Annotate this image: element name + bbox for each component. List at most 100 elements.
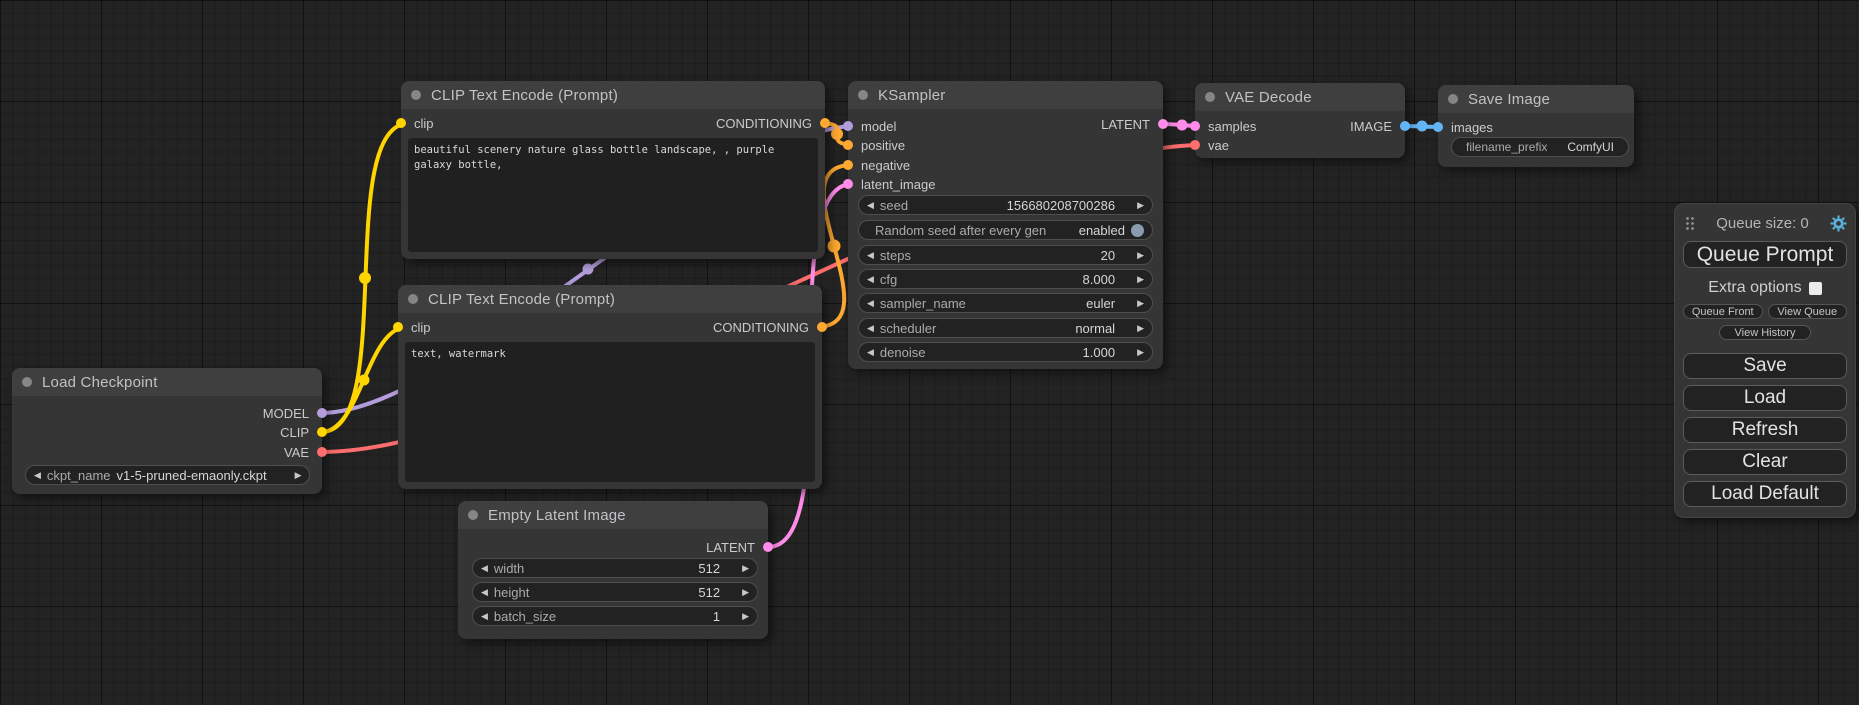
latent-port-icon[interactable]: [763, 542, 773, 552]
latent-port-icon[interactable]: [1158, 119, 1168, 129]
save-button[interactable]: Save: [1683, 353, 1847, 379]
latent-port-icon[interactable]: [843, 179, 853, 189]
steps-widget[interactable]: ◀ steps 20 ▶: [858, 245, 1153, 265]
view-history-button[interactable]: View History: [1719, 325, 1811, 340]
scheduler-widget[interactable]: ◀ scheduler normal ▶: [858, 318, 1153, 338]
refresh-button[interactable]: Refresh: [1683, 417, 1847, 443]
image-port-icon[interactable]: [1433, 122, 1443, 132]
node-titlebar[interactable]: CLIP Text Encode (Prompt): [398, 285, 822, 313]
filename-prefix-widget[interactable]: filename_prefix ComfyUI: [1451, 137, 1629, 157]
output-vae: VAE: [284, 443, 327, 461]
node-titlebar[interactable]: Load Checkpoint: [12, 368, 322, 396]
height-widget[interactable]: ◀ height 512 ▶: [472, 582, 758, 602]
queue-size-label: Queue size: 0: [1695, 215, 1830, 232]
decrement-arrow-icon[interactable]: ◀: [867, 348, 874, 357]
settings-gear-icon[interactable]: [1830, 215, 1847, 232]
seed-widget[interactable]: ◀ seed 156680208700286 ▶: [858, 195, 1153, 215]
increment-arrow-icon[interactable]: ▶: [742, 612, 749, 621]
decrement-arrow-icon[interactable]: ◀: [867, 201, 874, 210]
ckpt-name-widget[interactable]: ◀ ckpt_name v1-5-pruned-emaonly.ckpt ▶: [25, 465, 310, 485]
increment-arrow-icon[interactable]: ▶: [295, 471, 302, 480]
node-ksampler[interactable]: KSampler model positive negative latent_…: [848, 81, 1163, 369]
view-queue-button[interactable]: View Queue: [1768, 304, 1848, 319]
widget-label: height: [494, 585, 529, 600]
collapse-dot-icon[interactable]: [468, 510, 478, 520]
node-load-checkpoint[interactable]: Load Checkpoint MODEL CLIP VAE ◀ ckpt_na…: [12, 368, 322, 494]
collapse-dot-icon[interactable]: [1448, 94, 1458, 104]
image-port-icon[interactable]: [1400, 121, 1410, 131]
node-save-image[interactable]: Save Image images filename_prefix ComfyU…: [1438, 85, 1634, 167]
node-empty-latent-image[interactable]: Empty Latent Image LATENT ◀ width 512 ▶ …: [458, 501, 768, 639]
increment-arrow-icon[interactable]: ▶: [1137, 251, 1144, 260]
model-port-icon[interactable]: [317, 408, 327, 418]
output-model: MODEL: [263, 404, 327, 422]
decrement-arrow-icon[interactable]: ◀: [481, 564, 488, 573]
vae-port-icon[interactable]: [1190, 140, 1200, 150]
conditioning-port-icon[interactable]: [843, 140, 853, 150]
clip-port-icon[interactable]: [396, 118, 406, 128]
conditioning-port-icon[interactable]: [820, 118, 830, 128]
node-vae-decode[interactable]: VAE Decode samples vae IMAGE: [1195, 83, 1405, 158]
decrement-arrow-icon[interactable]: ◀: [481, 588, 488, 597]
collapse-dot-icon[interactable]: [22, 377, 32, 387]
node-titlebar[interactable]: VAE Decode: [1195, 83, 1405, 111]
widget-value: 512: [698, 561, 720, 576]
node-clip-text-encode-negative[interactable]: CLIP Text Encode (Prompt) clip CONDITION…: [398, 285, 822, 489]
decrement-arrow-icon[interactable]: ◀: [867, 275, 874, 284]
node-titlebar[interactable]: CLIP Text Encode (Prompt): [401, 81, 825, 109]
increment-arrow-icon[interactable]: ▶: [1137, 201, 1144, 210]
node-title: Empty Latent Image: [488, 507, 626, 524]
cfg-widget[interactable]: ◀ cfg 8.000 ▶: [858, 269, 1153, 289]
increment-arrow-icon[interactable]: ▶: [742, 588, 749, 597]
queue-prompt-button[interactable]: Queue Prompt: [1683, 241, 1847, 268]
port-label: positive: [861, 138, 905, 153]
denoise-widget[interactable]: ◀ denoise 1.000 ▶: [858, 342, 1153, 362]
decrement-arrow-icon[interactable]: ◀: [481, 612, 488, 621]
extra-options-checkbox[interactable]: [1809, 282, 1822, 295]
node-titlebar[interactable]: Empty Latent Image: [458, 501, 768, 529]
node-title: CLIP Text Encode (Prompt): [431, 87, 618, 104]
decrement-arrow-icon[interactable]: ◀: [867, 251, 874, 260]
prompt-text-input[interactable]: text, watermark: [405, 342, 815, 482]
load-default-button[interactable]: Load Default: [1683, 481, 1847, 507]
collapse-dot-icon[interactable]: [1205, 92, 1215, 102]
toggle-icon[interactable]: [1131, 224, 1144, 237]
port-label: CONDITIONING: [716, 116, 812, 131]
node-titlebar[interactable]: KSampler: [848, 81, 1163, 109]
load-button[interactable]: Load: [1683, 385, 1847, 411]
link-dot-clip-bottom: [359, 375, 370, 386]
conditioning-port-icon[interactable]: [817, 322, 827, 332]
node-canvas[interactable]: Load Checkpoint MODEL CLIP VAE ◀ ckpt_na…: [0, 0, 1859, 705]
collapse-dot-icon[interactable]: [411, 90, 421, 100]
decrement-arrow-icon[interactable]: ◀: [867, 299, 874, 308]
clip-port-icon[interactable]: [317, 427, 327, 437]
vae-port-icon[interactable]: [317, 447, 327, 457]
node-clip-text-encode-positive[interactable]: CLIP Text Encode (Prompt) clip CONDITION…: [401, 81, 825, 259]
sampler-name-widget[interactable]: ◀ sampler_name euler ▶: [858, 293, 1153, 313]
decrement-arrow-icon[interactable]: ◀: [34, 471, 41, 480]
increment-arrow-icon[interactable]: ▶: [1137, 348, 1144, 357]
increment-arrow-icon[interactable]: ▶: [1137, 324, 1144, 333]
clip-port-icon[interactable]: [393, 322, 403, 332]
random-seed-toggle-widget[interactable]: Random seed after every gen enabled: [858, 220, 1153, 240]
drag-handle-icon[interactable]: [1685, 216, 1695, 231]
port-label: samples: [1208, 119, 1256, 134]
prompt-text-input[interactable]: beautiful scenery nature glass bottle la…: [408, 138, 818, 252]
decrement-arrow-icon[interactable]: ◀: [867, 324, 874, 333]
increment-arrow-icon[interactable]: ▶: [1137, 275, 1144, 284]
conditioning-port-icon[interactable]: [843, 160, 853, 170]
output-latent: LATENT: [1101, 115, 1168, 133]
latent-port-icon[interactable]: [1190, 121, 1200, 131]
widget-label: Random seed after every gen: [875, 223, 1046, 238]
node-titlebar[interactable]: Save Image: [1438, 85, 1634, 113]
port-label: VAE: [284, 445, 309, 460]
batch-size-widget[interactable]: ◀ batch_size 1 ▶: [472, 606, 758, 626]
collapse-dot-icon[interactable]: [858, 90, 868, 100]
queue-front-button[interactable]: Queue Front: [1683, 304, 1763, 319]
clear-button[interactable]: Clear: [1683, 449, 1847, 475]
collapse-dot-icon[interactable]: [408, 294, 418, 304]
model-port-icon[interactable]: [843, 121, 853, 131]
width-widget[interactable]: ◀ width 512 ▶: [472, 558, 758, 578]
increment-arrow-icon[interactable]: ▶: [742, 564, 749, 573]
increment-arrow-icon[interactable]: ▶: [1137, 299, 1144, 308]
